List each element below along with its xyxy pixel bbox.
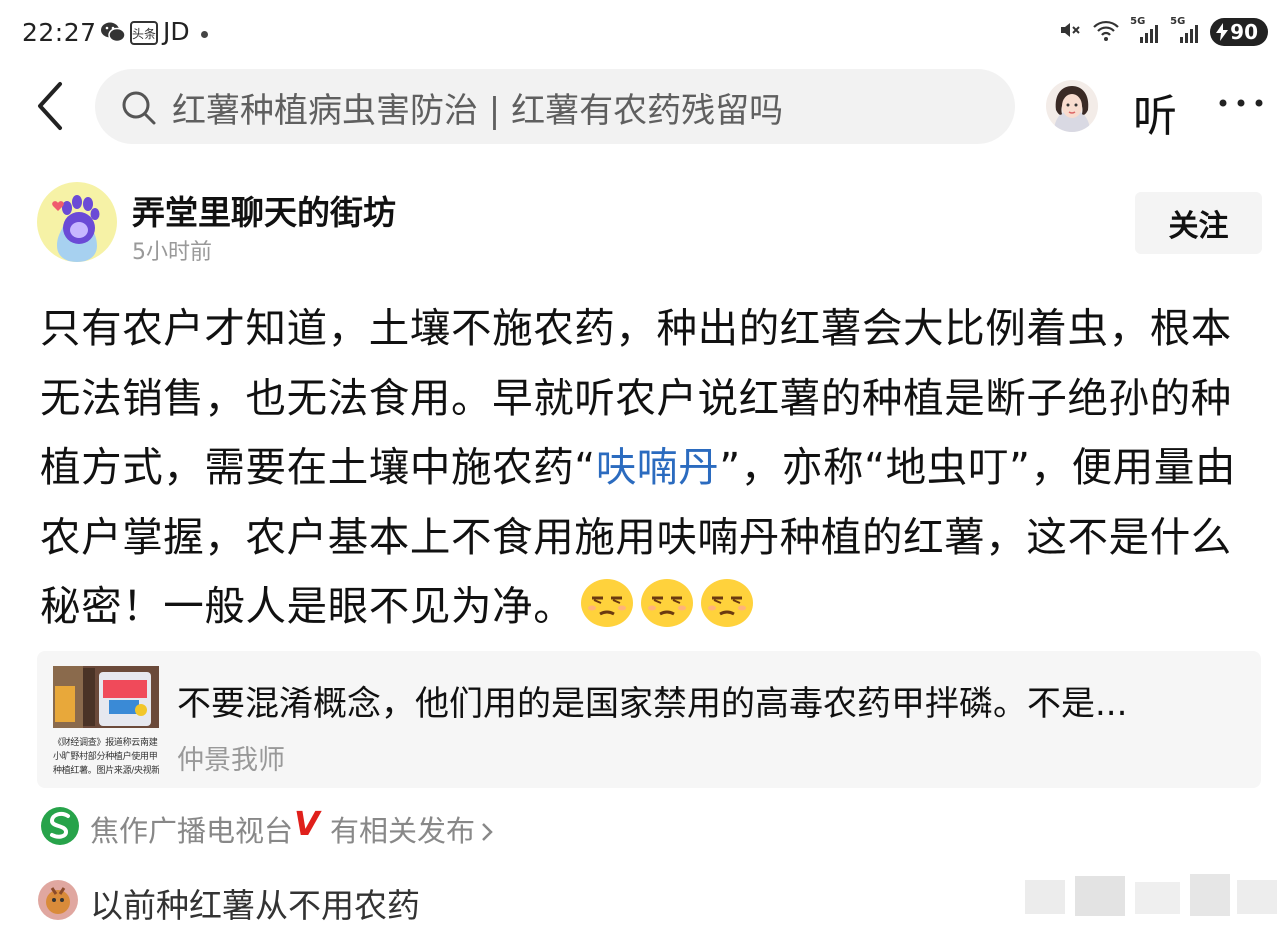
- quote-text[interactable]: 不要混淆概念，他们用的是国家禁用的高毒农药甲拌磷。不是...: [177, 676, 1237, 725]
- post-link-furadan[interactable]: 呋喃丹: [596, 443, 719, 491]
- related-source[interactable]: 焦作广播电视台: [90, 808, 293, 850]
- notification-dot: [201, 31, 208, 38]
- thumbnail-caption: 《财经调查》报道称云南建 小旷野村部分种植户使用甲 种植红薯。图片来源/央视新: [53, 738, 159, 776]
- toutiao-icon: 头条: [130, 21, 158, 45]
- thumbnail-image: [53, 666, 159, 728]
- verified-badge: V: [294, 804, 320, 843]
- status-right-group: 5G 5G 90: [1058, 16, 1268, 46]
- jd-text: JD: [163, 17, 190, 46]
- related-publish-link[interactable]: 有相关发布: [330, 808, 495, 850]
- more-icon[interactable]: [1218, 94, 1264, 113]
- comment-preview[interactable]: 以前种红薯从不用农药: [90, 879, 420, 927]
- post-body: 只有农户才知道，土壤不施农药，种出的红薯会大比例着虫，根本无法销售，也无法食用。…: [40, 294, 1250, 642]
- unamused-emoji-icon: [700, 578, 754, 628]
- charging-icon: [1216, 23, 1229, 41]
- author-name[interactable]: 弄堂里聊天的街坊: [132, 186, 396, 234]
- wifi-icon: [1092, 18, 1120, 46]
- mute-icon: [1058, 18, 1082, 46]
- tv-station-logo-icon: [40, 806, 80, 846]
- blurred-area: [1015, 866, 1280, 926]
- search-icon: [120, 89, 158, 131]
- unamused-emoji-icon: [580, 578, 634, 628]
- post-time: 5小时前: [132, 240, 212, 265]
- chevron-left-icon: [38, 82, 62, 130]
- chevron-right-icon: [482, 823, 493, 841]
- wechat-icon: [100, 20, 126, 48]
- author-avatar[interactable]: [37, 182, 117, 262]
- search-query[interactable]: 红薯种植病虫害防治 | 红薯有农药残留吗: [172, 83, 783, 132]
- signal-icon-2: 5G: [1170, 16, 1200, 45]
- battery-indicator: 90: [1210, 18, 1268, 46]
- follow-button[interactable]: 关注: [1135, 192, 1262, 254]
- back-button[interactable]: [32, 80, 72, 132]
- quote-thumbnail[interactable]: 《财经调查》报道称云南建 小旷野村部分种植户使用甲 种植红薯。图片来源/央视新: [53, 666, 159, 776]
- listen-button[interactable]: 听: [1133, 80, 1177, 144]
- quote-author[interactable]: 仲景我师: [177, 738, 285, 777]
- commenter-avatar[interactable]: [38, 880, 78, 920]
- user-avatar[interactable]: [1046, 80, 1098, 132]
- status-time: 22:27: [22, 18, 97, 47]
- unamused-emoji-icon: [640, 578, 694, 628]
- signal-icon-1: 5G: [1130, 16, 1160, 45]
